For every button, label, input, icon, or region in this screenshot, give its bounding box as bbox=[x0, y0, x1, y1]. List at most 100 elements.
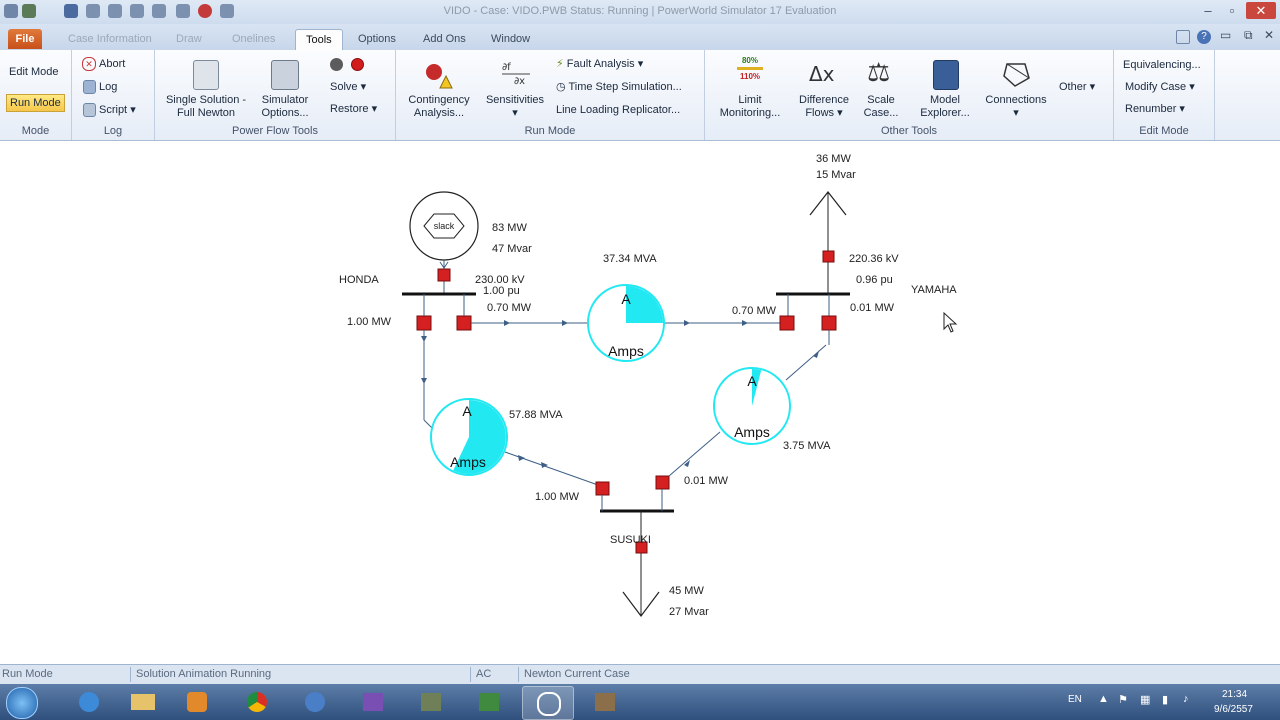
renumber-button[interactable]: Renumber ▾ bbox=[1125, 102, 1185, 116]
taskbar-app-icon[interactable] bbox=[406, 686, 456, 718]
breaker-susuki-right[interactable] bbox=[655, 475, 670, 490]
help-icon[interactable]: ? bbox=[1197, 30, 1211, 44]
solve-button[interactable]: Solve ▾ bbox=[330, 80, 366, 94]
pie-letter: A bbox=[462, 403, 472, 419]
chevron-down-icon: ▾ bbox=[371, 103, 378, 115]
breaker-susuki-left[interactable] bbox=[595, 481, 610, 496]
ribbon-tabs: File Case Information Draw Onelines Tool… bbox=[0, 24, 1280, 51]
simulator-options-button[interactable]: Simulator Options... bbox=[255, 94, 315, 120]
start-button-icon[interactable] bbox=[6, 687, 38, 719]
script-button[interactable]: Script ▾ bbox=[99, 103, 136, 117]
restore-ribbon-icon[interactable]: ▭ bbox=[1220, 28, 1231, 42]
sensitivities-button[interactable]: Sensitivities ▾ bbox=[482, 94, 548, 120]
quick-access-icon[interactable] bbox=[22, 4, 36, 18]
breaker-yamaha-load[interactable] bbox=[822, 250, 835, 263]
quick-access-icon[interactable] bbox=[108, 4, 122, 18]
connections-button[interactable]: Connections ▾ bbox=[981, 94, 1051, 120]
status-bar: Run Mode Solution Animation Running AC N… bbox=[0, 664, 1280, 685]
susuki-left-mw: 1.00 MW bbox=[535, 491, 580, 503]
log-button[interactable]: Log bbox=[99, 80, 117, 94]
quick-access-icon[interactable] bbox=[176, 4, 190, 18]
quick-access-icon[interactable] bbox=[152, 4, 166, 18]
abort-icon[interactable] bbox=[198, 4, 212, 18]
taskbar: EN ▲ ⚑ ▦ ▮ ♪ 21:34 9/6/2557 bbox=[0, 684, 1280, 720]
taskbar-explorer-icon[interactable] bbox=[118, 686, 168, 718]
pie-line-top[interactable]: A Amps bbox=[587, 284, 665, 362]
tab-tools[interactable]: Tools bbox=[295, 29, 343, 50]
breaker-yamaha-left[interactable] bbox=[779, 315, 795, 331]
time-step-simulation-button[interactable]: ◷ Time Step Simulation... bbox=[556, 80, 682, 94]
oneline-diagram[interactable]: slack A Amps A Amps A Amps bbox=[0, 141, 1280, 663]
minimize-button[interactable]: – bbox=[1196, 2, 1220, 19]
taskbar-visual-studio-icon[interactable] bbox=[348, 686, 398, 718]
other-button[interactable]: Other ▾ bbox=[1059, 80, 1095, 94]
yamaha-kv: 220.36 kV bbox=[849, 253, 899, 265]
single-solution-button[interactable]: Single Solution - Full Newton bbox=[161, 94, 251, 120]
slack-mw: 83 MW bbox=[492, 222, 527, 234]
tab-file[interactable]: File bbox=[8, 29, 42, 49]
breaker-honda-right[interactable] bbox=[456, 315, 472, 331]
slack-breaker[interactable] bbox=[437, 268, 451, 282]
tab-case-information[interactable]: Case Information bbox=[58, 29, 162, 49]
modify-case-button[interactable]: Modify Case ▾ bbox=[1125, 80, 1195, 94]
model-explorer-button[interactable]: Model Explorer... bbox=[911, 94, 979, 120]
bus-yamaha-name: YAMAHA bbox=[911, 284, 957, 296]
sensitivities-icon: ∂f ∂x bbox=[502, 62, 530, 87]
clock-icon: ◷ bbox=[556, 81, 566, 93]
close-button[interactable]: ✕ bbox=[1246, 2, 1276, 19]
ribbon-options-icon[interactable] bbox=[1176, 30, 1190, 44]
difference-flows-button[interactable]: Difference Flows ▾ bbox=[793, 94, 855, 120]
pause-icon[interactable] bbox=[330, 58, 343, 71]
stop-icon[interactable] bbox=[351, 58, 364, 71]
volume-icon[interactable]: ♪ bbox=[1183, 693, 1189, 705]
language-indicator[interactable]: EN bbox=[1068, 694, 1082, 705]
scale-case-button[interactable]: Scale Case... bbox=[859, 94, 903, 120]
breaker-honda-left[interactable] bbox=[416, 315, 432, 331]
restore-button[interactable]: Restore ▾ bbox=[330, 102, 377, 116]
taskbar-app-icon[interactable] bbox=[290, 686, 340, 718]
restore-window-icon[interactable]: ⧉ bbox=[1244, 28, 1253, 43]
taskbar-chrome-icon[interactable] bbox=[232, 686, 282, 718]
tab-options[interactable]: Options bbox=[348, 29, 406, 49]
action-center-icon[interactable]: ⚑ bbox=[1118, 693, 1128, 706]
save-icon[interactable] bbox=[64, 4, 78, 18]
quick-access-icon[interactable] bbox=[220, 4, 234, 18]
quick-access-icon[interactable] bbox=[130, 4, 144, 18]
taskbar-app-icon[interactable] bbox=[464, 686, 514, 718]
other-tools-group: 80% 110% Limit Monitoring... Δx Differen… bbox=[705, 50, 1114, 140]
line-loading-replicator-button[interactable]: Line Loading Replicator... bbox=[556, 103, 680, 117]
tab-window[interactable]: Window bbox=[481, 29, 540, 49]
yamaha-left-mw: 0.70 MW bbox=[732, 305, 777, 317]
quick-access-icon[interactable] bbox=[86, 4, 100, 18]
edit-mode-button[interactable]: Edit Mode bbox=[9, 65, 59, 79]
limit-monitoring-button[interactable]: Limit Monitoring... bbox=[711, 94, 789, 120]
power-flow-tools-group: Single Solution - Full Newton Simulator … bbox=[155, 50, 396, 140]
clock-date[interactable]: 9/6/2557 bbox=[1214, 704, 1253, 715]
signal-icon[interactable]: ▮ bbox=[1162, 693, 1168, 706]
taskbar-app-icon[interactable] bbox=[580, 686, 630, 718]
run-mode-button[interactable]: Run Mode bbox=[6, 94, 65, 112]
tab-draw[interactable]: Draw bbox=[166, 29, 212, 49]
network-icon[interactable]: ▦ bbox=[1140, 693, 1150, 706]
close-document-icon[interactable]: ✕ bbox=[1264, 28, 1274, 42]
maximize-button[interactable]: ▫ bbox=[1220, 2, 1244, 19]
app-icon[interactable] bbox=[4, 4, 18, 18]
contingency-analysis-button[interactable]: Contingency Analysis... bbox=[404, 94, 474, 120]
pie-line-right[interactable]: A Amps bbox=[713, 367, 791, 445]
fault-analysis-button[interactable]: ⚡ Fault Analysis ▾ bbox=[556, 57, 643, 71]
breaker-yamaha-right[interactable] bbox=[821, 315, 837, 331]
chevron-down-icon: ▾ bbox=[360, 81, 367, 93]
equivalencing-button[interactable]: Equivalencing... bbox=[1123, 58, 1201, 72]
taskbar-ie-icon[interactable] bbox=[64, 686, 114, 718]
taskbar-powerworld-icon[interactable] bbox=[522, 686, 574, 720]
show-hidden-icons-icon[interactable]: ▲ bbox=[1098, 693, 1109, 705]
pie-unit: Amps bbox=[450, 454, 486, 470]
tab-add-ons[interactable]: Add Ons bbox=[413, 29, 476, 49]
pie-line-left[interactable]: A Amps bbox=[430, 398, 508, 476]
clock-time[interactable]: 21:34 bbox=[1222, 689, 1247, 700]
abort-button[interactable]: Abort bbox=[99, 57, 125, 71]
tab-onelines[interactable]: Onelines bbox=[222, 29, 285, 49]
edit-mode-label: Edit Mode bbox=[1139, 125, 1189, 137]
model-explorer-icon bbox=[933, 60, 959, 90]
taskbar-media-player-icon[interactable] bbox=[172, 686, 222, 718]
